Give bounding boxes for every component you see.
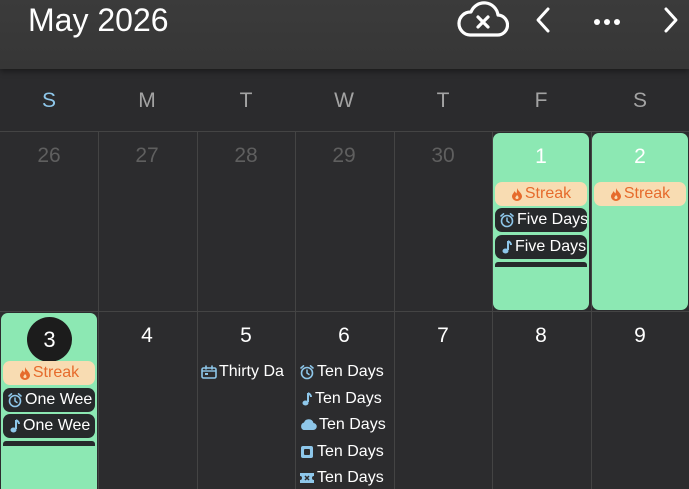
- day-number: 27: [135, 144, 159, 167]
- day-number: 28: [234, 144, 258, 167]
- alarm-clock-icon: [299, 364, 315, 380]
- day-cell-apr-26[interactable]: 26: [0, 131, 98, 311]
- event-title: Ten Days: [315, 390, 382, 407]
- streak-label: Streak: [524, 185, 572, 202]
- day-number: 8: [535, 324, 547, 347]
- calendar-card-icon: [201, 365, 217, 379]
- weekday-wed: W: [334, 89, 354, 112]
- flame-icon: [610, 187, 622, 201]
- event-title: One Wee: [23, 417, 91, 434]
- month-title[interactable]: May 2026: [28, 2, 169, 39]
- event-item[interactable]: Ten Days: [299, 469, 384, 487]
- streak-badge[interactable]: Streak: [495, 182, 587, 206]
- day-cell-apr-27[interactable]: 27: [98, 131, 196, 311]
- music-note-icon: [7, 418, 21, 434]
- weekday-tue: T: [239, 89, 253, 112]
- day-cell-apr-30[interactable]: 30: [394, 131, 492, 311]
- event-item[interactable]: Ten Days: [299, 416, 386, 434]
- cloud-icon: [299, 419, 317, 431]
- weekday-thu: T: [436, 89, 450, 112]
- music-note-icon: [499, 239, 513, 255]
- event-item[interactable]: Ten Days: [299, 363, 384, 381]
- streak-label: Streak: [623, 185, 671, 202]
- day-cell-may-7[interactable]: 7: [394, 311, 492, 489]
- more-events-indicator: [3, 441, 95, 446]
- weekday-sat: S: [632, 89, 647, 112]
- alarm-clock-icon: [7, 392, 23, 408]
- day-number: 30: [431, 144, 455, 167]
- day-number: 6: [338, 324, 350, 347]
- day-cell-may-3[interactable]: 3 Streak One Wee One Wee: [1, 313, 97, 489]
- day-cell-may-8[interactable]: 8: [492, 311, 590, 489]
- day-cell-apr-28[interactable]: 28: [197, 131, 295, 311]
- today-indicator: 3: [27, 317, 72, 362]
- day-cell-may-4[interactable]: 4: [98, 311, 196, 489]
- event-title: Ten Days: [317, 443, 384, 460]
- day-number: 29: [332, 144, 356, 167]
- event-title: Ten Days: [317, 363, 384, 380]
- weekday-sun: S: [41, 89, 56, 112]
- cloud-off-icon: [457, 0, 510, 44]
- day-number: 1: [535, 145, 547, 168]
- event-pill[interactable]: One Wee: [3, 414, 95, 438]
- event-item[interactable]: Ten Days: [299, 443, 384, 461]
- event-title: Thirty Da: [219, 363, 284, 380]
- day-cell-may-1[interactable]: 1 Streak Five Days Five Days: [493, 133, 589, 310]
- previous-month-button[interactable]: [528, 0, 558, 44]
- flame-icon: [511, 187, 523, 201]
- day-cell-may-5[interactable]: 5 Thirty Da: [197, 311, 295, 489]
- more-events-indicator: [495, 262, 587, 267]
- alarm-clock-icon: [499, 212, 515, 228]
- day-number: 7: [437, 324, 449, 347]
- day-cell-may-6[interactable]: 6 Ten Days Ten Days Ten Days Ten Days Te…: [295, 311, 393, 489]
- weekday-mon: M: [138, 89, 156, 112]
- top-bar: May 2026: [0, 0, 689, 69]
- more-icon: [593, 13, 621, 31]
- chevron-right-icon: [662, 6, 680, 39]
- event-item[interactable]: Thirty Da: [201, 363, 284, 381]
- music-note-icon: [299, 391, 313, 407]
- event-title: One Wee: [25, 391, 93, 408]
- day-number: 26: [37, 144, 61, 167]
- event-pill[interactable]: One Wee: [3, 388, 95, 412]
- more-options-button[interactable]: [588, 0, 626, 44]
- next-month-button[interactable]: [656, 0, 686, 44]
- event-pill[interactable]: Five Days: [495, 235, 587, 259]
- day-cell-apr-29[interactable]: 29: [295, 131, 393, 311]
- day-cell-may-9[interactable]: 9: [591, 311, 689, 489]
- streak-badge[interactable]: Streak: [594, 182, 686, 206]
- day-number: 2: [634, 145, 646, 168]
- event-pill[interactable]: Five Days: [495, 208, 587, 232]
- event-title: Five Days: [515, 238, 587, 255]
- event-title: Ten Days: [317, 469, 384, 486]
- flame-icon: [19, 366, 31, 380]
- photo-book-icon: [299, 444, 315, 460]
- weekday-fri: F: [534, 89, 548, 112]
- event-title: Ten Days: [319, 416, 386, 433]
- ticket-icon: [299, 471, 315, 485]
- chevron-left-icon: [534, 6, 552, 39]
- streak-label: Streak: [32, 364, 80, 381]
- day-number: 4: [141, 324, 153, 347]
- event-title: Five Days: [517, 211, 587, 228]
- weekday-header: S M T W T F S: [0, 69, 689, 131]
- day-cell-may-2[interactable]: 2 Streak: [592, 133, 688, 310]
- streak-badge[interactable]: Streak: [3, 361, 95, 385]
- day-number: 9: [634, 324, 646, 347]
- event-item[interactable]: Ten Days: [299, 390, 382, 408]
- day-number: 5: [240, 324, 252, 347]
- cloud-sync-button[interactable]: [456, 0, 510, 44]
